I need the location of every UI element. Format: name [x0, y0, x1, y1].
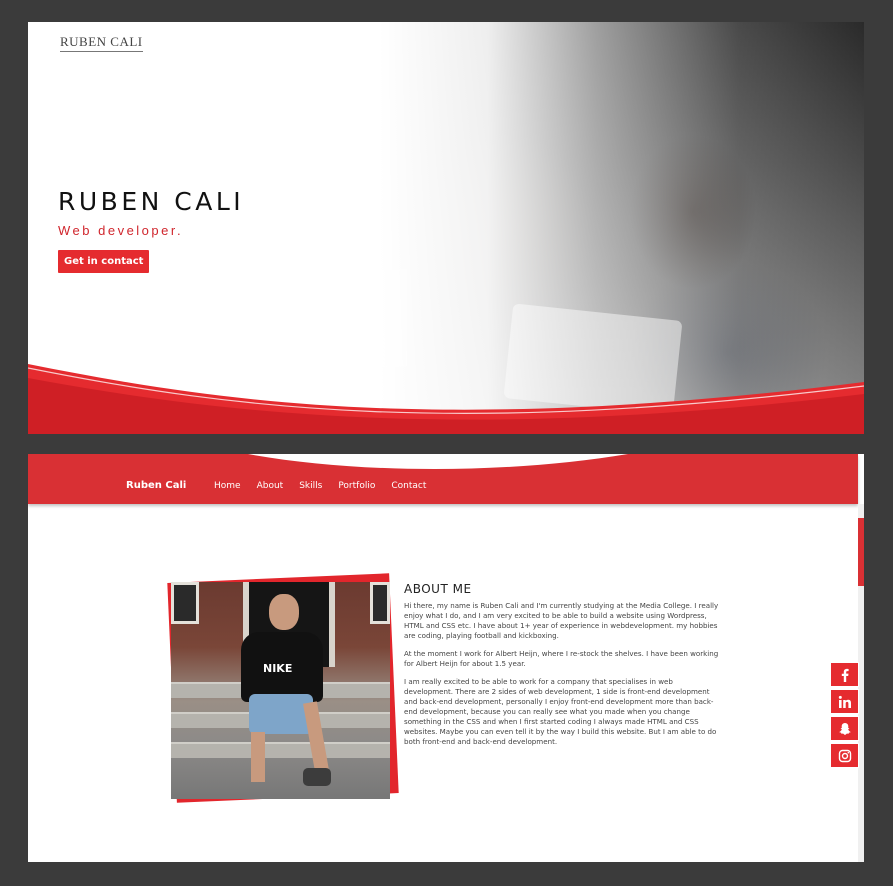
instagram-icon — [838, 749, 851, 762]
nav-link-portfolio[interactable]: Portfolio — [338, 481, 375, 491]
profile-photo: NIKE — [171, 582, 390, 799]
linkedin-button[interactable] — [830, 689, 859, 714]
photo-person-shorts — [249, 694, 313, 734]
facebook-icon — [841, 668, 849, 682]
hero-red-wave — [28, 364, 864, 434]
photo-window — [370, 582, 390, 624]
about-paragraph: Hi there, my name is Ruben Cali and I'm … — [404, 601, 719, 640]
nav-brand[interactable]: Ruben Cali — [126, 480, 186, 491]
nav-link-home[interactable]: Home — [214, 481, 241, 491]
about-title: ABOUT ME — [404, 582, 472, 596]
photo-person-leg — [251, 732, 265, 782]
photo-shirt-text: NIKE — [263, 662, 293, 675]
facebook-button[interactable] — [830, 662, 859, 687]
about-paragraph: At the moment I work for Albert Heijn, w… — [404, 649, 719, 668]
get-in-contact-button[interactable]: Get in contact — [58, 250, 150, 273]
scrollbar-thumb[interactable] — [858, 518, 864, 586]
linkedin-icon — [838, 695, 851, 708]
hero-title: RUBEN CALI — [58, 187, 245, 216]
photo-window — [171, 582, 199, 624]
instagram-button[interactable] — [830, 743, 859, 768]
snapchat-icon — [838, 722, 851, 735]
photo-step — [171, 742, 390, 758]
about-section: Ruben Cali Home About Skills Portfolio C… — [28, 454, 864, 862]
photo-person-head — [269, 594, 299, 630]
nav-link-about[interactable]: About — [257, 481, 284, 491]
nav-links: Home About Skills Portfolio Contact — [214, 481, 426, 491]
hero-logo[interactable]: RUBEN CALI — [60, 34, 143, 52]
navbar: Ruben Cali Home About Skills Portfolio C… — [28, 454, 858, 504]
navbar-curve — [248, 454, 628, 469]
photo-person-shoe — [303, 768, 331, 786]
nav-link-contact[interactable]: Contact — [391, 481, 426, 491]
nav-link-skills[interactable]: Skills — [299, 481, 322, 491]
about-paragraph: I am really excited to be able to work f… — [404, 677, 717, 746]
snapchat-button[interactable] — [830, 716, 859, 741]
hero-subtitle: Web developer. — [58, 223, 184, 238]
hero-section: RUBEN CALI RUBEN CALI Web developer. Get… — [28, 22, 864, 434]
